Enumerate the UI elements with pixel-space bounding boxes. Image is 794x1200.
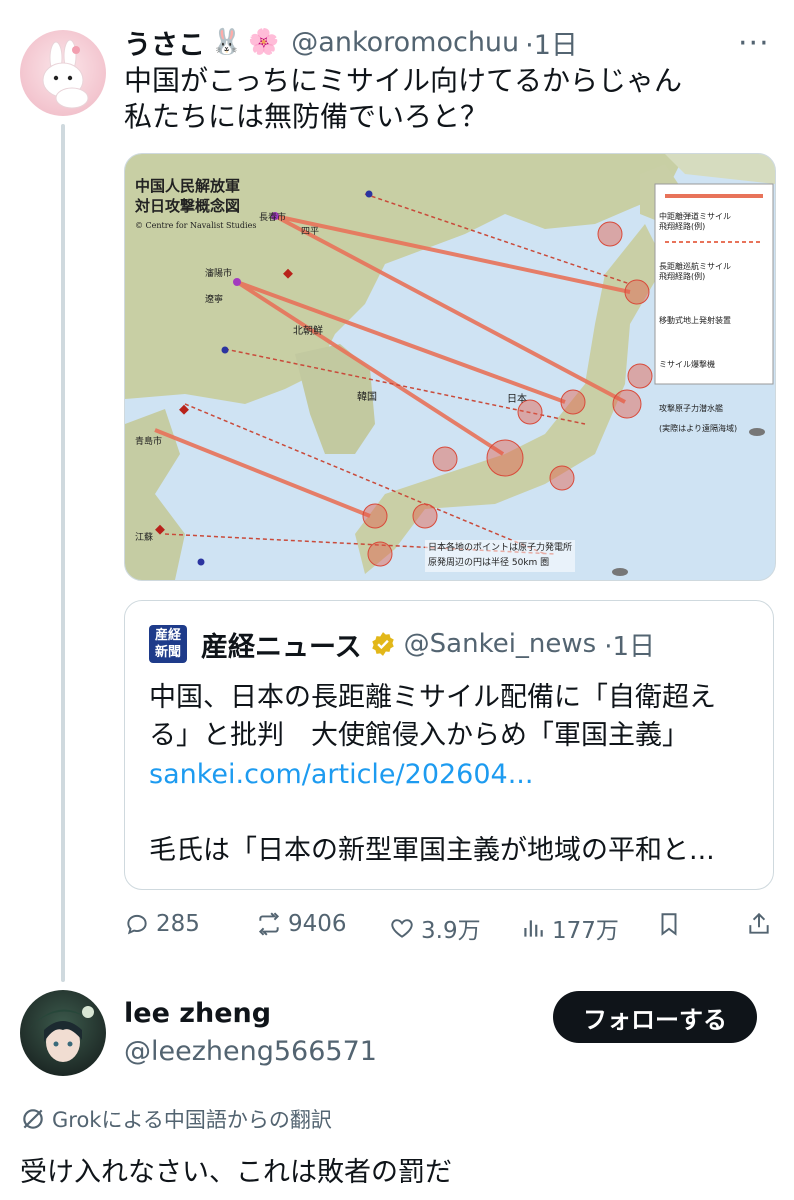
- reply-avatar[interactable]: [20, 990, 106, 1076]
- bookmark-icon: [661, 913, 677, 936]
- bookmark-button[interactable]: [656, 911, 682, 937]
- map-label: 四平: [301, 227, 320, 237]
- views-button[interactable]: 177万: [520, 911, 619, 945]
- map-note-2: 原発周辺の円は半径 50km 圏: [428, 558, 550, 568]
- quote-text-line-3: 毛氏は「日本の新型軍国主義が地域の平和と...: [149, 835, 715, 866]
- like-button[interactable]: 3.9万: [389, 911, 481, 945]
- legend-ballistic: 中距離弾道ミサイル 飛翔経路(例): [659, 212, 731, 231]
- legend-submarine: 攻撃原子力潜水艦: [659, 404, 723, 413]
- like-count: 3.9万: [421, 918, 481, 944]
- map-label: 遼寧: [205, 295, 224, 305]
- view-count: 177万: [552, 918, 619, 944]
- map-note-1: 日本各地のポイントは原子力発電所: [428, 543, 573, 553]
- legend-bomber: ミサイル爆撃機: [659, 360, 715, 369]
- tweet-text-line-1: 中国がこっちにミサイル向けてるからじゃん: [124, 64, 683, 97]
- timestamp[interactable]: ·1日: [525, 23, 578, 62]
- avatar[interactable]: [20, 30, 106, 116]
- legend-cruise: 長距離巡航ミサイル 飛翔経路(例): [659, 262, 731, 281]
- quote-header: 産経ニュース @Sankei_news ·1日: [201, 625, 655, 663]
- heart-icon: [391, 919, 413, 938]
- map-credit: © Centre for Navalist Studies: [135, 221, 257, 230]
- reply-handle[interactable]: @leezheng566571: [124, 1036, 377, 1067]
- quote-link[interactable]: sankei.com/article/202604...: [149, 756, 533, 794]
- map-label: 長春市: [259, 213, 287, 223]
- quote-text-line-1: 中国、日本の長距離ミサイル配備に「自衛超え: [149, 682, 716, 713]
- quote-handle: @Sankei_news: [403, 629, 597, 659]
- map-title-line-1: 中国人民解放軍: [135, 177, 241, 195]
- reply-text: 受け入れなさい、これは敗者の罰だ: [20, 1157, 452, 1188]
- translation-label: Grokによる中国語からの翻訳: [52, 1108, 332, 1132]
- translation-note[interactable]: Grokによる中国語からの翻訳: [20, 1104, 332, 1134]
- verified-badge-icon: [371, 632, 394, 656]
- map-label: 北朝鮮: [293, 326, 323, 337]
- follow-button[interactable]: フォローする: [553, 991, 757, 1043]
- legend-submarine-note: (実際はより遠隔海域): [659, 424, 738, 433]
- share-icon: [749, 912, 769, 934]
- retweet-button[interactable]: 9406: [256, 911, 347, 937]
- thread-line: [61, 124, 65, 982]
- blossom-emoji-icon: 🌸: [248, 27, 280, 56]
- map-title-line-2: 対日攻撃概念図: [135, 197, 241, 215]
- reply-count: 285: [156, 911, 200, 937]
- quote-timestamp: ·1日: [604, 631, 656, 662]
- quote-text-line-2: る」と批判 大使館侵入からめ「軍国主義」: [149, 720, 689, 751]
- legend-launcher: 移動式地上発射装置: [659, 316, 731, 325]
- reply-button[interactable]: 285: [124, 911, 200, 937]
- anime-avatar-icon: [28, 1006, 98, 1062]
- map-label: 韓国: [357, 392, 377, 403]
- map-label: 青島市: [135, 437, 163, 447]
- handle[interactable]: @ankoromochuu: [291, 27, 519, 58]
- map-label: 日本: [507, 394, 527, 405]
- reply-display-name[interactable]: lee zheng: [124, 998, 271, 1029]
- grok-logo-icon: [23, 1109, 43, 1129]
- tweet-header: うさこ 🐰 🌸 @ankoromochuu ·1日: [124, 23, 578, 62]
- map-title: 中国人民解放軍 対日攻撃概念図 © Centre for Navalist St…: [135, 176, 256, 236]
- reply-icon: [127, 914, 147, 935]
- map-notes: 日本各地のポイントは原子力発電所 原発周辺の円は半径 50km 圏: [425, 540, 576, 572]
- retweet-icon: [258, 912, 280, 936]
- views-chart-icon: [524, 920, 543, 937]
- display-name[interactable]: うさこ: [124, 23, 205, 62]
- rabbit-avatar-icon: [42, 39, 89, 109]
- quoted-tweet[interactable]: 産経新聞 産経ニュース @Sankei_news ·1日 中国、日本の長距離ミサ…: [124, 600, 774, 890]
- tweet-text-line-2: 私たちには無防備でいろと？: [124, 100, 489, 133]
- map-legend: 中距離弾道ミサイル 飛翔経路(例) 長距離巡航ミサイル 飛翔経路(例) 移動式地…: [659, 202, 771, 444]
- tweet-media-map[interactable]: 中国人民解放軍 対日攻撃概念図 © Centre for Navalist St…: [124, 153, 776, 581]
- share-button[interactable]: [746, 911, 772, 937]
- rabbit-emoji-icon: 🐰: [211, 27, 243, 56]
- quote-display-name: 産経ニュース: [201, 631, 362, 663]
- map-label: 江蘇: [135, 533, 154, 543]
- map-label: 瀋陽市: [205, 269, 233, 279]
- more-options-icon[interactable]: ···: [738, 26, 770, 61]
- sankei-logo-icon: 産経新聞: [149, 625, 187, 663]
- retweet-count: 9406: [288, 911, 347, 937]
